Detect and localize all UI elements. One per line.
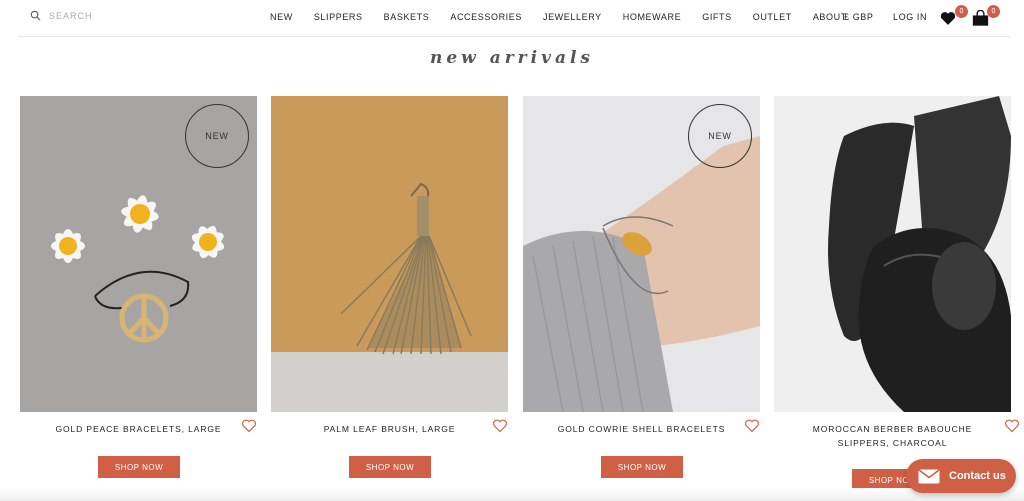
heart-icon <box>940 12 956 25</box>
nav-outlet[interactable]: OUTLET <box>753 12 792 22</box>
login-link[interactable]: LOG IN <box>893 12 927 22</box>
heart-outline-icon[interactable] <box>744 419 760 433</box>
header-divider <box>18 36 1010 37</box>
nav-jewellery[interactable]: JEWELLERY <box>543 12 602 22</box>
cart-count-badge: 0 <box>987 5 1000 18</box>
wishlist-button[interactable]: 0 <box>940 5 968 26</box>
product-card: NEW MOROCCAN BERBER BABOUCHE SLIPPERS, C… <box>774 96 1019 491</box>
section-title: new arrivals <box>429 48 595 68</box>
heart-outline-icon[interactable] <box>1004 419 1020 433</box>
nav-about[interactable]: ABOUT <box>813 12 847 22</box>
product-image[interactable]: NEW <box>774 96 1011 412</box>
new-badge: NEW <box>939 104 1003 168</box>
cart-button[interactable]: 0 <box>972 5 1000 26</box>
new-badge: NEW <box>185 104 249 168</box>
shop-now-button[interactable]: SHOP NOW <box>349 456 431 478</box>
heart-outline-icon[interactable] <box>241 419 257 433</box>
envelope-icon <box>918 468 940 483</box>
nav-baskets[interactable]: BASKETS <box>384 12 430 22</box>
page-bottom-edge <box>0 488 1024 501</box>
contact-us-label: Contact us <box>949 470 1006 482</box>
main-nav: NEW SLIPPERS BASKETS ACCESSORIES JEWELLE… <box>270 12 868 22</box>
new-badge: NEW <box>688 104 752 168</box>
product-title[interactable]: PALM LEAF BRUSH, LARGE <box>291 422 488 436</box>
product-image[interactable]: NEW <box>523 96 760 412</box>
palm-brush-photo <box>271 96 508 412</box>
nav-gifts[interactable]: GIFTS <box>702 12 732 22</box>
shop-now-button[interactable]: SHOP NOW <box>601 456 683 478</box>
product-card: NEW GOLD COWRIE SHELL BRACELETS SHOP NOW <box>523 96 760 478</box>
wishlist-count-badge: 0 <box>955 5 968 18</box>
nav-slippers[interactable]: SLIPPERS <box>314 12 363 22</box>
currency-selector[interactable]: £ GBP <box>844 12 874 22</box>
product-image[interactable]: NEW <box>20 96 257 412</box>
product-title[interactable]: GOLD COWRIE SHELL BRACELETS <box>543 422 740 436</box>
shop-now-button[interactable]: SHOP NOW <box>98 456 180 478</box>
product-card: PALM LEAF BRUSH, LARGE SHOP NOW <box>271 96 508 478</box>
nav-homeware[interactable]: HOMEWARE <box>623 12 681 22</box>
product-title[interactable]: GOLD PEACE BRACELETS, LARGE <box>40 422 237 436</box>
product-image[interactable] <box>271 96 508 412</box>
search-icon <box>30 10 41 21</box>
search-input[interactable] <box>49 10 169 21</box>
site-header: NEW SLIPPERS BASKETS ACCESSORIES JEWELLE… <box>0 0 1024 36</box>
nav-new[interactable]: NEW <box>270 12 293 22</box>
contact-us-button[interactable]: Contact us <box>906 459 1016 493</box>
search-bar[interactable] <box>30 10 169 21</box>
heart-outline-icon[interactable] <box>492 419 508 433</box>
product-title[interactable]: MOROCCAN BERBER BABOUCHE SLIPPERS, CHARC… <box>788 422 997 450</box>
nav-accessories[interactable]: ACCESSORIES <box>450 12 522 22</box>
product-card: NEW GOLD PEACE BRACELETS, LARGE SHOP NOW <box>20 96 257 478</box>
